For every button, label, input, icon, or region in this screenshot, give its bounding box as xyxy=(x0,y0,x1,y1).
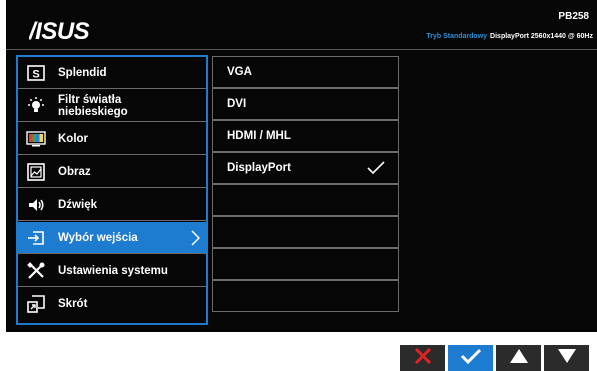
down-key[interactable] xyxy=(544,345,589,371)
close-icon xyxy=(413,346,433,371)
option-label: VGA xyxy=(227,66,252,78)
header-divider xyxy=(6,49,597,50)
menu-item-label: Ustawienia systemu xyxy=(58,264,168,277)
option-label: HDMI / MHL xyxy=(227,130,291,142)
bluelight-bulb-icon xyxy=(26,96,46,116)
menu-item-label: Splendid xyxy=(58,66,107,79)
check-icon xyxy=(367,161,385,180)
check-icon xyxy=(460,347,482,370)
input-option-empty xyxy=(212,184,399,216)
menu-item-sound[interactable]: Dźwięk xyxy=(18,189,206,221)
signal-info: DisplayPort 2560x1440 @ 60Hz xyxy=(490,33,593,40)
menu-item-system-setup[interactable]: Ustawienia systemu xyxy=(18,255,206,287)
up-arrow-icon xyxy=(509,348,529,369)
osd-panel: /ISUS PB258 Tryb Standardowy DisplayPort … xyxy=(6,0,597,332)
osd-key-bar xyxy=(400,345,589,371)
menu-item-label: Obraz xyxy=(58,165,91,178)
menu-item-shortcut[interactable]: Skrót xyxy=(18,288,206,320)
input-option-dvi[interactable]: DVI xyxy=(212,88,399,120)
input-option-empty xyxy=(212,216,399,248)
current-mode: Tryb Standardowy xyxy=(426,33,488,40)
menu-item-label: Dźwięk xyxy=(58,198,97,211)
menu-item-image[interactable]: Obraz xyxy=(18,156,206,188)
menu-item-label: Kolor xyxy=(58,132,89,145)
input-select-icon xyxy=(26,228,46,248)
menu-item-splendid[interactable]: S Splendid xyxy=(18,57,206,89)
tools-icon xyxy=(26,261,46,281)
option-label: DVI xyxy=(227,98,247,110)
close-key[interactable] xyxy=(400,345,445,371)
menu-item-label: Wybór wejścia xyxy=(58,231,138,244)
splendid-icon: S xyxy=(26,63,46,83)
color-icon xyxy=(26,129,46,149)
image-icon xyxy=(26,162,46,182)
menu-item-label: Filtr światła niebieskiego xyxy=(58,93,128,118)
menu-item-input-select[interactable]: Wybór wejścia xyxy=(18,222,206,254)
menu-item-label: Skrót xyxy=(58,298,88,310)
input-option-vga[interactable]: VGA xyxy=(212,56,399,88)
speaker-icon xyxy=(26,195,46,215)
menu-item-color[interactable]: Kolor xyxy=(18,123,206,155)
status-line: Tryb Standardowy DisplayPort 2560x1440 @ … xyxy=(426,33,593,40)
confirm-key[interactable] xyxy=(448,345,493,371)
down-arrow-icon xyxy=(557,348,577,369)
input-option-displayport[interactable]: DisplayPort xyxy=(212,152,399,184)
up-key[interactable] xyxy=(496,345,541,371)
input-option-hdmi-mhl[interactable]: HDMI / MHL xyxy=(212,120,399,152)
option-label: DisplayPort xyxy=(227,162,291,174)
input-option-empty xyxy=(212,280,399,312)
asus-logo: /ISUS xyxy=(29,18,90,45)
menu-item-bluelight-filter[interactable]: Filtr światła niebieskiego xyxy=(18,90,206,122)
chevron-right-icon xyxy=(190,230,201,251)
input-option-empty xyxy=(212,248,399,280)
svg-text:/ISUS: /ISUS xyxy=(29,18,90,45)
shortcut-icon xyxy=(26,294,46,314)
model-name: PB258 xyxy=(558,11,589,22)
svg-text:S: S xyxy=(32,68,39,80)
main-menu: S Splendid Filtr światła niebieskiego Ko… xyxy=(16,55,208,325)
